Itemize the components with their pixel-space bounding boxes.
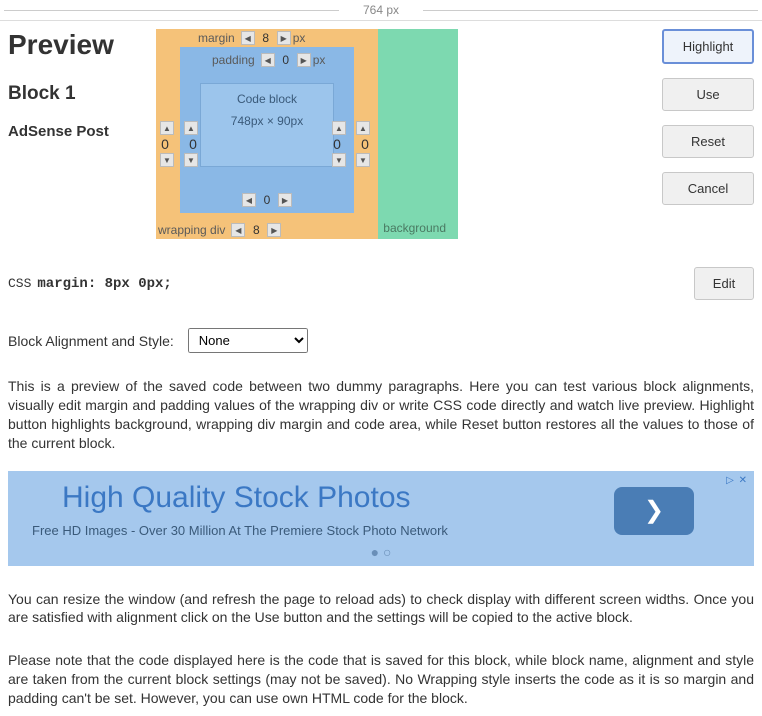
css-label: CSS bbox=[8, 276, 31, 291]
margin-bottom-dec[interactable]: ◀ bbox=[231, 223, 245, 237]
code-block-dims: 748px × 90px bbox=[201, 114, 333, 128]
reset-button[interactable]: Reset bbox=[662, 125, 754, 158]
box-model-visualizer: background Code block 748px × 90px margi… bbox=[156, 29, 458, 239]
margin-top-value: 8 bbox=[257, 31, 275, 45]
code-block-area: Code block 748px × 90px bbox=[200, 83, 334, 167]
margin-bottom-inc[interactable]: ▶ bbox=[267, 223, 281, 237]
ruler: 764 px bbox=[0, 0, 762, 21]
padding-left-dec[interactable]: ▼ bbox=[184, 153, 198, 167]
padding-bottom-dec[interactable]: ◀ bbox=[242, 193, 256, 207]
margin-bottom-value: 8 bbox=[247, 223, 265, 237]
padding-right-value: 0 bbox=[328, 136, 346, 152]
margin-right-value: 0 bbox=[356, 136, 374, 152]
padding-bottom-inc[interactable]: ▶ bbox=[278, 193, 292, 207]
block-name: Block 1 bbox=[8, 83, 148, 105]
paragraph-2: You can resize the window (and refresh t… bbox=[8, 590, 754, 628]
margin-left-inc[interactable]: ▲ bbox=[160, 121, 174, 135]
ad-arrow-button[interactable]: ❯ bbox=[614, 487, 694, 535]
css-value: margin: 8px 0px; bbox=[37, 276, 171, 292]
margin-left-dec[interactable]: ▼ bbox=[160, 153, 174, 167]
action-buttons: Highlight Use Reset Cancel bbox=[662, 29, 754, 205]
padding-right-dec[interactable]: ▼ bbox=[332, 153, 346, 167]
wrapping-div-label: wrapping div bbox=[158, 223, 225, 237]
margin-top-dec[interactable]: ◀ bbox=[241, 31, 255, 45]
padding-left-value: 0 bbox=[184, 136, 202, 152]
margin-left-value: 0 bbox=[156, 136, 174, 152]
padding-top-dec[interactable]: ◀ bbox=[261, 53, 275, 67]
block-sub: AdSense Post bbox=[8, 123, 148, 140]
margin-right-inc[interactable]: ▲ bbox=[356, 121, 370, 135]
edit-button[interactable]: Edit bbox=[694, 267, 754, 300]
ad-info-close-icon[interactable]: ▷ ✕ bbox=[726, 475, 748, 486]
alignment-label: Block Alignment and Style: bbox=[8, 333, 174, 349]
left-column: Preview Block 1 AdSense Post bbox=[8, 29, 148, 140]
cancel-button[interactable]: Cancel bbox=[662, 172, 754, 205]
code-block-label: Code block bbox=[201, 92, 333, 106]
alignment-select[interactable]: None bbox=[188, 328, 308, 353]
ad-pagination: ● ○ bbox=[22, 544, 740, 560]
padding-right-inc[interactable]: ▲ bbox=[332, 121, 346, 135]
use-button[interactable]: Use bbox=[662, 78, 754, 111]
background-area bbox=[378, 29, 458, 239]
padding-top-unit: px bbox=[313, 53, 326, 67]
highlight-button[interactable]: Highlight bbox=[662, 29, 754, 64]
padding-left-inc[interactable]: ▲ bbox=[184, 121, 198, 135]
margin-right-dec[interactable]: ▼ bbox=[356, 153, 370, 167]
paragraph-3: Please note that the code displayed here… bbox=[8, 651, 754, 708]
padding-top-value: 0 bbox=[277, 53, 295, 67]
background-label: background bbox=[383, 221, 446, 235]
padding-top-inc[interactable]: ▶ bbox=[297, 53, 311, 67]
page-title: Preview bbox=[8, 29, 148, 61]
ad-banner[interactable]: ▷ ✕ High Quality Stock Photos Free HD Im… bbox=[8, 471, 754, 566]
paragraph-1: This is a preview of the saved code betw… bbox=[8, 377, 754, 453]
margin-label: margin bbox=[198, 31, 235, 45]
margin-top-inc[interactable]: ▶ bbox=[277, 31, 291, 45]
padding-bottom-value: 0 bbox=[258, 193, 276, 207]
padding-label: padding bbox=[212, 53, 255, 67]
margin-top-unit: px bbox=[293, 31, 306, 45]
